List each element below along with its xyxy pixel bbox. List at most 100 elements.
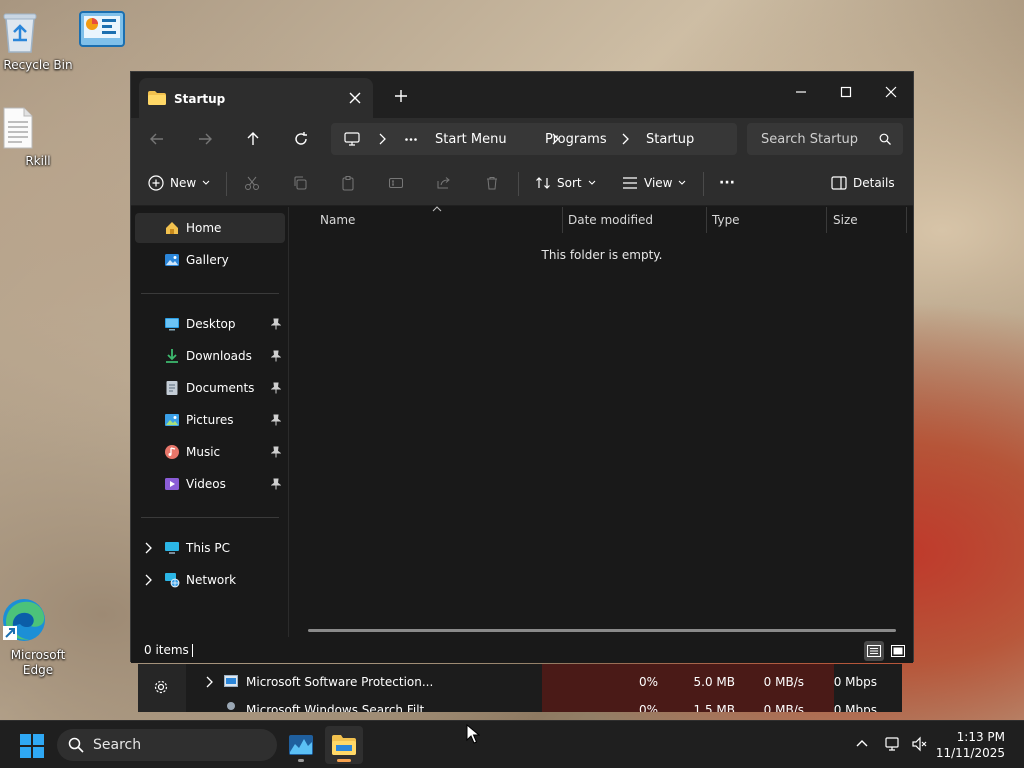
recycle-bin-icon [0, 10, 76, 54]
horizontal-scrollbar[interactable] [308, 629, 896, 632]
column-divider[interactable] [562, 207, 563, 233]
column-header-type[interactable]: Type [712, 213, 740, 227]
music-icon [164, 444, 180, 460]
pin-icon[interactable] [271, 446, 281, 458]
gallery-icon [164, 252, 180, 268]
search-icon [68, 737, 84, 753]
taskbar: Search 1:13 PM 11/11/2025 [0, 720, 1024, 768]
sidebar-item-videos[interactable]: Videos [135, 469, 285, 499]
sidebar-item-gallery[interactable]: Gallery [135, 245, 285, 275]
plus-circle-icon [148, 175, 164, 191]
desktop-icon-rkill[interactable]: Rkill [0, 106, 76, 169]
sidebar-item-pictures[interactable]: Pictures [135, 405, 285, 435]
address-bar[interactable]: Start Menu Programs Startup [331, 123, 737, 155]
show-hidden-icons-chevron-up-icon[interactable] [855, 736, 869, 750]
up-button[interactable] [243, 129, 263, 149]
settings-gear-icon[interactable] [153, 679, 169, 695]
column-divider[interactable] [906, 207, 907, 233]
pin-icon[interactable] [271, 414, 281, 426]
sidebar-item-this-pc[interactable]: This PC [135, 533, 285, 563]
sidebar-item-documents[interactable]: Documents [135, 373, 285, 403]
view-button[interactable]: View [622, 173, 686, 193]
table-row[interactable]: Microsoft Software Protection... 0% 5.0 … [186, 667, 902, 695]
pin-icon[interactable] [271, 350, 281, 362]
rename-button[interactable] [388, 173, 404, 193]
details-view-button[interactable] [864, 641, 884, 661]
new-label: New [170, 176, 197, 190]
close-tab-icon[interactable] [347, 90, 363, 106]
sort-button[interactable]: Sort [535, 173, 596, 193]
overflow-dots-icon[interactable] [405, 138, 417, 141]
pin-icon[interactable] [271, 382, 281, 394]
breadcrumb-start-menu[interactable]: Start Menu [435, 132, 507, 147]
task-manager-icon [289, 735, 313, 755]
new-button[interactable]: New [148, 173, 210, 193]
column-header-name[interactable]: Name [320, 213, 355, 227]
memory-value: 1.5 MB [693, 703, 735, 712]
more-options-button[interactable]: ··· [719, 173, 735, 193]
back-button[interactable] [147, 129, 167, 149]
minimize-button[interactable] [786, 78, 816, 106]
pin-icon[interactable] [271, 478, 281, 490]
search-startup-input[interactable]: Search Startup [747, 123, 903, 155]
sidebar-item-home[interactable]: Home [135, 213, 285, 243]
file-explorer-window: Startup Start Menu Programs Startup Sear… [130, 71, 914, 663]
sidebar-item-music[interactable]: Music [135, 437, 285, 467]
pin-icon[interactable] [271, 318, 281, 330]
sidebar-item-downloads[interactable]: Downloads [135, 341, 285, 371]
table-row[interactable]: Microsoft Windows Search Filt... 0% 1.5 … [186, 695, 902, 712]
taskbar-search-box[interactable]: Search [57, 729, 277, 761]
desktop-icon-recycle-bin[interactable]: Recycle Bin [0, 10, 76, 73]
chevron-right-icon[interactable] [205, 676, 213, 688]
tab-startup[interactable]: Startup [139, 78, 373, 118]
sort-icon [536, 177, 550, 189]
toolbar-divider [226, 172, 227, 196]
breadcrumb-startup[interactable]: Startup [646, 132, 694, 147]
tiles-view-button[interactable] [888, 641, 908, 661]
column-divider[interactable] [706, 207, 707, 233]
file-explorer-icon [332, 735, 356, 755]
chevron-right-icon[interactable] [144, 574, 152, 586]
clock-time: 1:13 PM [956, 730, 1005, 744]
copy-button[interactable] [292, 173, 308, 193]
desktop-icon-label: Recycle Bin [3, 58, 73, 72]
details-pane-icon [831, 176, 847, 190]
volume-muted-icon[interactable] [911, 736, 929, 752]
network-status-icon[interactable] [885, 736, 901, 752]
list-view-icon [867, 645, 881, 657]
desktop-icon-app[interactable] [78, 10, 154, 50]
windows-start-icon[interactable] [20, 734, 44, 758]
breadcrumb-programs[interactable]: Programs [545, 132, 607, 147]
column-header-date-modified[interactable]: Date modified [568, 213, 653, 227]
share-button[interactable] [436, 173, 452, 193]
search-filter-process-icon [224, 701, 238, 712]
sidebar-item-label: Documents [186, 381, 255, 395]
details-button[interactable]: Details [831, 173, 895, 193]
close-window-button[interactable] [876, 78, 906, 106]
new-tab-button[interactable] [393, 88, 409, 104]
home-icon [164, 220, 180, 236]
forward-button[interactable] [195, 129, 215, 149]
clock-date: 11/11/2025 [935, 746, 1005, 760]
refresh-button[interactable] [291, 129, 311, 149]
network-value: 0 Mbps [833, 675, 877, 689]
taskbar-search-label: Search [93, 737, 142, 753]
search-placeholder: Search Startup [761, 132, 859, 147]
column-header-size[interactable]: Size [833, 213, 858, 227]
desktop-icon-edge[interactable]: Microsoft Edge [0, 596, 76, 678]
item-count: 0 items [144, 643, 189, 657]
chevron-right-icon[interactable] [144, 542, 152, 554]
paste-button[interactable] [340, 173, 356, 193]
taskbar-app-file-explorer[interactable] [325, 726, 363, 764]
dashboard-app-icon [78, 10, 154, 50]
column-divider[interactable] [826, 207, 827, 233]
sidebar-item-network[interactable]: Network [135, 565, 285, 595]
system-clock[interactable]: 1:13 PM 11/11/2025 [936, 729, 1005, 761]
taskbar-app-task-manager[interactable] [282, 726, 320, 764]
disk-value: 0 MB/s [763, 675, 804, 689]
maximize-button[interactable] [831, 78, 861, 106]
task-manager-sidebar [138, 664, 186, 712]
delete-button[interactable] [484, 173, 500, 193]
cut-button[interactable] [244, 173, 260, 193]
sidebar-item-desktop[interactable]: Desktop [135, 309, 285, 339]
